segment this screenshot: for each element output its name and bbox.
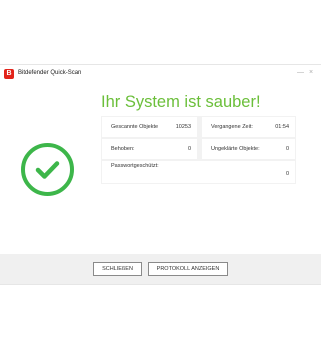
stat-label: Vergangene Zeit: — [211, 124, 253, 130]
stat-label: Behoben: — [111, 146, 135, 152]
stat-elapsed-time: Vergangene Zeit: 01:54 — [202, 117, 295, 137]
stat-value: 10253 — [175, 124, 191, 130]
close-window-button[interactable]: × — [309, 68, 313, 78]
stat-unresolved: Ungeklärte Objekte: 0 — [202, 139, 295, 159]
stat-label: Ungeklärte Objekte: — [211, 146, 260, 152]
footer-bar: SCHLIEßEN PROTOKOLL ANZEIGEN — [0, 254, 321, 284]
check-circle-icon — [21, 143, 74, 196]
result-headline: Ihr System ist sauber! — [101, 93, 261, 111]
stat-label: Passwortgeschützt: — [111, 163, 159, 169]
stat-password-protected: Passwortgeschützt: 0 — [102, 161, 295, 183]
stat-label: Gescannte Objekte — [111, 124, 159, 130]
stat-value: 0 — [285, 171, 289, 177]
window-title: Bitdefender Quick-Scan — [18, 70, 82, 76]
bitdefender-logo-icon: B — [4, 69, 14, 79]
stat-value: 01:54 — [275, 124, 289, 130]
stat-value: 0 — [285, 146, 289, 152]
title-bar: B Bitdefender Quick-Scan — × — [0, 65, 321, 83]
stat-value: 0 — [187, 146, 191, 152]
minimize-button[interactable]: — — [297, 68, 304, 78]
show-log-button[interactable]: PROTOKOLL ANZEIGEN — [148, 262, 228, 276]
close-button[interactable]: SCHLIEßEN — [93, 262, 142, 276]
scan-stats-panel: Gescannte Objekte 10253 Vergangene Zeit:… — [101, 116, 296, 184]
stat-scanned-objects: Gescannte Objekte 10253 — [102, 117, 197, 137]
stat-fixed: Behoben: 0 — [102, 139, 197, 159]
